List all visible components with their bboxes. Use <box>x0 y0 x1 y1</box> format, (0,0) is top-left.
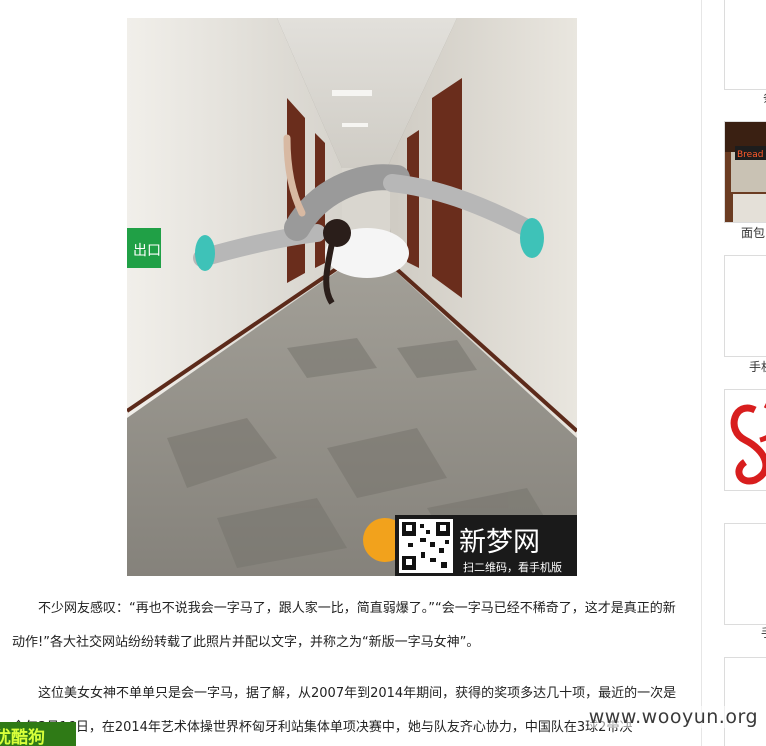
article-area: 出口 新梦网 扫二维码，看手机版 不少网友感叹：“再也不说我会一字马了，跟人家一… <box>0 0 700 746</box>
sidebar-caption-3[interactable]: 手机 <box>749 358 766 375</box>
thumb-2-sign: Bread Ta <box>737 150 766 160</box>
sidebar-thumb-3[interactable] <box>724 255 766 357</box>
corner-logo: 犹酷狗 <box>0 722 76 746</box>
sidebar-thumb-1[interactable] <box>724 0 766 90</box>
content-divider <box>701 0 702 746</box>
photo-watermark: 新梦网 扫二维码，看手机版 <box>363 515 577 576</box>
article-photo: 出口 新梦网 扫二维码，看手机版 <box>127 18 577 576</box>
watermark-caption: 扫二维码，看手机版 <box>463 560 562 574</box>
sidebar-caption-2[interactable]: 面包 <box>741 224 765 241</box>
sidebar-thumb-6[interactable] <box>724 657 766 746</box>
related-sidebar: 条 Bread Ta 面包 手机 手 <box>703 0 766 746</box>
corner-logo-text: 犹酷狗 <box>0 728 45 746</box>
article-paragraph-2: 这位美女女神不单单只是会一字马，据了解，从2007年到2014年期间，获得的奖项… <box>12 677 688 745</box>
paragraph-1-text: 不少网友感叹：“再也不说我会一字马了，跟人家一比，简直弱爆了。”“会一字马已经不… <box>12 601 676 650</box>
exit-sign-text: 出口 <box>133 243 161 259</box>
sidebar-thumb-4[interactable] <box>724 389 766 491</box>
sidebar-caption-5[interactable]: 手 <box>761 624 766 641</box>
site-watermark: www.wooyun.org <box>588 706 758 728</box>
paragraph-2-text: 这位美女女神不单单只是会一字马，据了解，从2007年到2014年期间，获得的奖项… <box>12 686 677 735</box>
sidebar-thumb-2[interactable]: Bread Ta <box>724 121 766 223</box>
article-paragraph-1: 不少网友感叹：“再也不说我会一字马了，跟人家一比，简直弱爆了。”“会一字马已经不… <box>12 592 688 660</box>
watermark-brand: 新梦网 <box>459 527 540 558</box>
sidebar-thumb-5[interactable] <box>724 523 766 625</box>
